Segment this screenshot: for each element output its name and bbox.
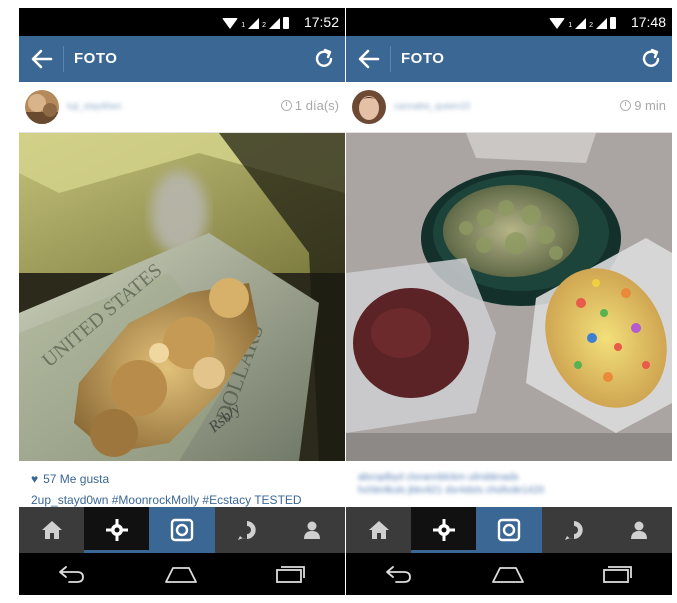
clock-icon <box>620 100 632 111</box>
profile-icon <box>304 521 321 539</box>
avatar[interactable] <box>25 90 59 124</box>
bottom-tab-bar <box>346 507 672 553</box>
nav-home-icon[interactable] <box>491 564 525 584</box>
battery-icon <box>283 17 289 29</box>
explore-icon <box>105 519 128 541</box>
sim1-label: 1 <box>568 22 573 29</box>
app-bar: FOTO <box>19 36 345 82</box>
nav-back-icon[interactable] <box>57 564 87 584</box>
signal-icon <box>248 18 260 29</box>
tab-activity[interactable] <box>215 507 280 553</box>
nav-home-icon[interactable] <box>164 564 198 584</box>
status-bar: 1 2 17:52 <box>19 8 345 36</box>
refresh-icon[interactable] <box>311 46 337 72</box>
avatar[interactable] <box>352 90 386 124</box>
post-footer: ♥ 57 Me gusta 2up_stayd0wn #MoonrockMoll… <box>19 461 345 507</box>
explore-icon <box>432 519 455 541</box>
appbar-divider <box>63 46 64 72</box>
wifi-icon <box>549 18 566 29</box>
post-timestamp: 1 día(s) <box>280 98 339 113</box>
sim1-label: 1 <box>241 22 246 29</box>
tab-explore[interactable] <box>84 507 150 553</box>
profile-icon <box>631 521 648 539</box>
tab-profile[interactable] <box>280 507 345 553</box>
heart-icon: ♥ <box>31 472 39 486</box>
tab-home[interactable] <box>19 507 84 553</box>
back-arrow-icon[interactable] <box>356 46 382 72</box>
post-photo[interactable]: UNITED STATES DOLLARS Rsb/y <box>19 133 345 461</box>
system-nav-bar <box>346 553 672 595</box>
status-icons: 1 2 <box>222 15 289 29</box>
home-icon <box>368 521 389 539</box>
likes-row[interactable]: ♥ 57 Me gusta <box>31 472 109 486</box>
post-header: cannabis_queen15 9 min <box>346 82 672 133</box>
refresh-icon[interactable] <box>638 46 664 72</box>
tab-camera[interactable] <box>149 507 215 553</box>
home-icon <box>41 521 62 539</box>
battery-icon <box>610 17 616 29</box>
post-timestamp: 9 min <box>620 98 666 113</box>
tab-home[interactable] <box>346 507 411 553</box>
post-header: tuji_stayd0wn 1 día(s) <box>19 82 345 133</box>
nav-recents-icon[interactable] <box>275 564 307 584</box>
signal-icon <box>575 18 587 29</box>
status-bar: 1 2 17:48 <box>346 8 672 36</box>
page-title: FOTO <box>74 50 118 67</box>
tab-camera[interactable] <box>476 507 542 553</box>
post-footer: abcoplbyd clorannblckm ulirsbknads hchbn… <box>346 461 672 507</box>
post-caption-blurred: abcoplbyd clorannblckm ulirsbknads hchbn… <box>358 471 664 497</box>
page-title: FOTO <box>401 50 445 67</box>
likes-count: 57 Me gusta <box>43 472 110 486</box>
appbar-divider <box>390 46 391 72</box>
post-username[interactable]: cannabis_queen15 <box>394 101 470 112</box>
status-time: 17:48 <box>630 14 666 30</box>
clock-icon <box>280 100 292 111</box>
status-icons: 1 2 <box>549 15 616 29</box>
bottom-tab-bar <box>19 507 345 553</box>
phone-screen-left: 1 2 17:52 FOTO tuji_stayd0wn 1 día(s) UN… <box>19 8 345 595</box>
post-caption: 2up_stayd0wn #MoonrockMolly #Ecstacy TES… <box>31 493 302 507</box>
system-nav-bar <box>19 553 345 595</box>
caption-line: hchbnlkuls jbkv921 dsr4dsts chsllvde1420 <box>358 485 545 496</box>
timestamp-text: 1 día(s) <box>294 98 339 113</box>
status-time: 17:52 <box>303 14 339 30</box>
camera-icon <box>170 518 194 542</box>
post-username[interactable]: tuji_stayd0wn <box>67 101 122 112</box>
phone-screen-right: 1 2 17:48 FOTO cannabis_queen15 9 min ab… <box>346 8 672 595</box>
app-bar: FOTO <box>346 36 672 82</box>
timestamp-text: 9 min <box>634 98 666 113</box>
nav-back-icon[interactable] <box>384 564 414 584</box>
caption-line: abcoplbyd clorannblckm ulirsbknads <box>358 472 519 483</box>
camera-icon <box>497 518 521 542</box>
wifi-icon <box>222 18 239 29</box>
signal-icon <box>596 18 607 29</box>
nav-recents-icon[interactable] <box>602 564 634 584</box>
tab-explore[interactable] <box>411 507 477 553</box>
signal-icon <box>269 18 280 29</box>
activity-icon <box>238 521 256 540</box>
tab-profile[interactable] <box>607 507 672 553</box>
back-arrow-icon[interactable] <box>29 46 55 72</box>
activity-icon <box>565 521 583 540</box>
post-photo[interactable] <box>346 133 672 461</box>
tab-activity[interactable] <box>542 507 607 553</box>
sim2-label: 2 <box>262 22 266 29</box>
sim2-label: 2 <box>589 22 593 29</box>
